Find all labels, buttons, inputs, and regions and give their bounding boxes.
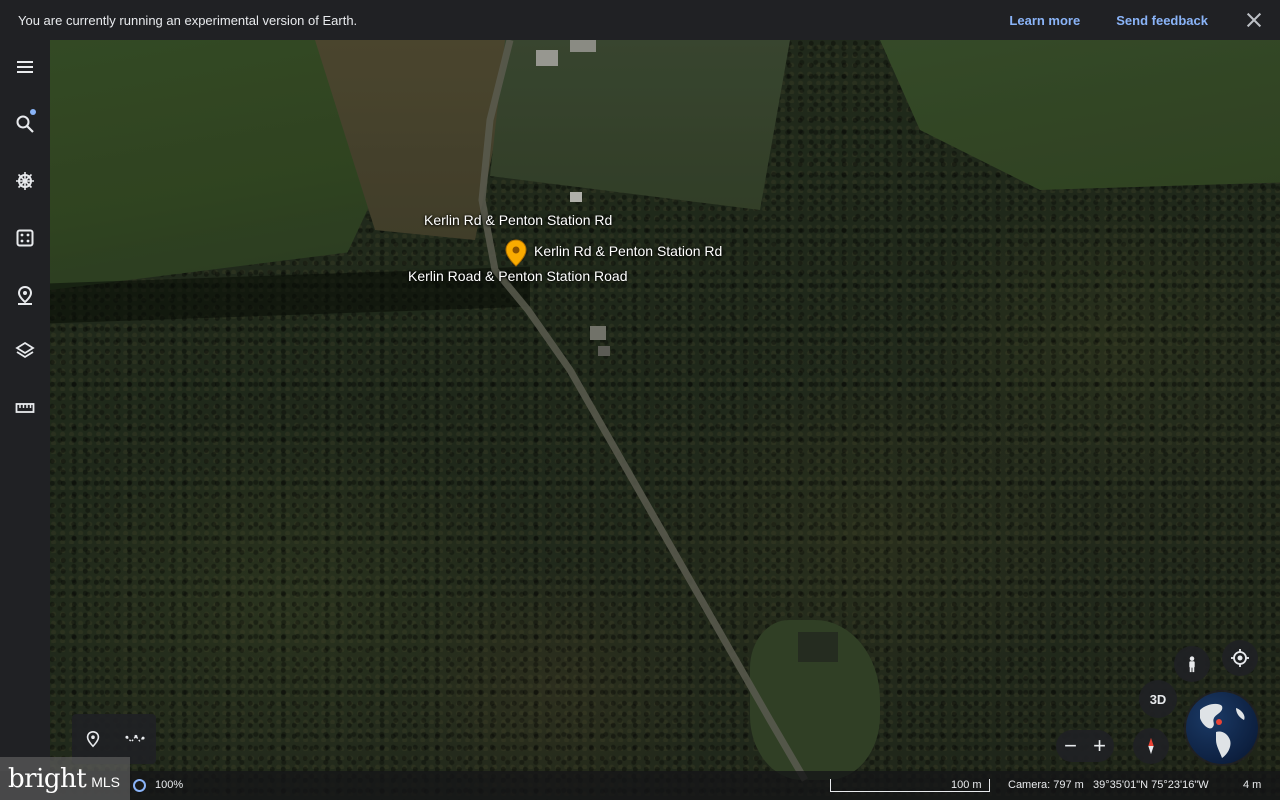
notification-dot [30, 109, 36, 115]
map-label[interactable]: Kerlin Road & Penton Station Road [408, 268, 627, 284]
earth-app: Kerlin Rd & Penton Station Rd Kerlin Rd … [0, 0, 1280, 800]
globe-icon [1200, 703, 1245, 758]
learn-more-link[interactable]: Learn more [1009, 13, 1080, 28]
search-button[interactable] [10, 109, 40, 139]
camera-altitude: Camera: 797 m [1008, 779, 1084, 791]
banner-message: You are currently running an experimenta… [18, 12, 358, 28]
status-bar: 100% 100 m Camera: 797 m 39°35'01"N 75°2… [0, 771, 1280, 800]
map-label[interactable]: Kerlin Rd & Penton Station Rd [424, 212, 612, 228]
draw-path-button[interactable] [122, 726, 148, 752]
map-dim-overlay [50, 40, 1280, 800]
left-rail [0, 40, 50, 800]
zoom-out-button[interactable]: − [1060, 735, 1082, 757]
projects-button[interactable] [10, 280, 40, 310]
add-placemark-button[interactable] [80, 726, 106, 752]
voyager-button[interactable] [10, 166, 40, 196]
zoom-in-button[interactable]: + [1089, 735, 1111, 757]
bright-mls-watermark: bright MLS [0, 757, 130, 800]
my-location-icon [1231, 649, 1249, 667]
feeling-lucky-button[interactable] [10, 223, 40, 253]
globe-minimap[interactable] [1186, 692, 1258, 764]
pegman-icon [1189, 656, 1195, 673]
load-percent: 100% [155, 779, 184, 791]
placemark-pin-icon[interactable] [505, 239, 527, 267]
compass-icon [1148, 737, 1154, 755]
street-view-button[interactable] [1174, 646, 1210, 682]
measure-icon [15, 403, 35, 413]
compass-button[interactable] [1133, 728, 1169, 764]
satellite-map[interactable] [50, 40, 1280, 800]
path-icon [125, 734, 145, 743]
scale-label: 100 m [951, 779, 982, 791]
experimental-banner: You are currently running an experimenta… [0, 0, 1280, 40]
menu-icon [17, 61, 33, 73]
map-style-icon [15, 341, 35, 359]
watermark-brand: bright [8, 763, 87, 794]
search-icon [16, 115, 34, 133]
voyager-icon [16, 172, 34, 190]
projects-icon [17, 285, 33, 305]
menu-button[interactable] [10, 52, 40, 82]
coordinates: 39°35'01"N 75°23'16"W [1093, 779, 1209, 791]
feeling-lucky-icon [16, 229, 34, 247]
placemark-icon [86, 730, 100, 748]
toggle-3d-button[interactable]: 3D [1139, 680, 1177, 718]
map-style-button[interactable] [10, 336, 40, 366]
map-label[interactable]: Kerlin Rd & Penton Station Rd [534, 243, 722, 259]
send-feedback-link[interactable]: Send feedback [1116, 13, 1208, 28]
zoom-controls: − + [1056, 730, 1114, 762]
measure-button[interactable] [10, 393, 40, 423]
close-icon[interactable] [1246, 12, 1262, 28]
my-location-button[interactable] [1222, 640, 1258, 676]
ground-elevation: 4 m [1243, 779, 1262, 791]
loading-indicator-icon [133, 779, 146, 792]
watermark-suffix: MLS [91, 773, 121, 790]
